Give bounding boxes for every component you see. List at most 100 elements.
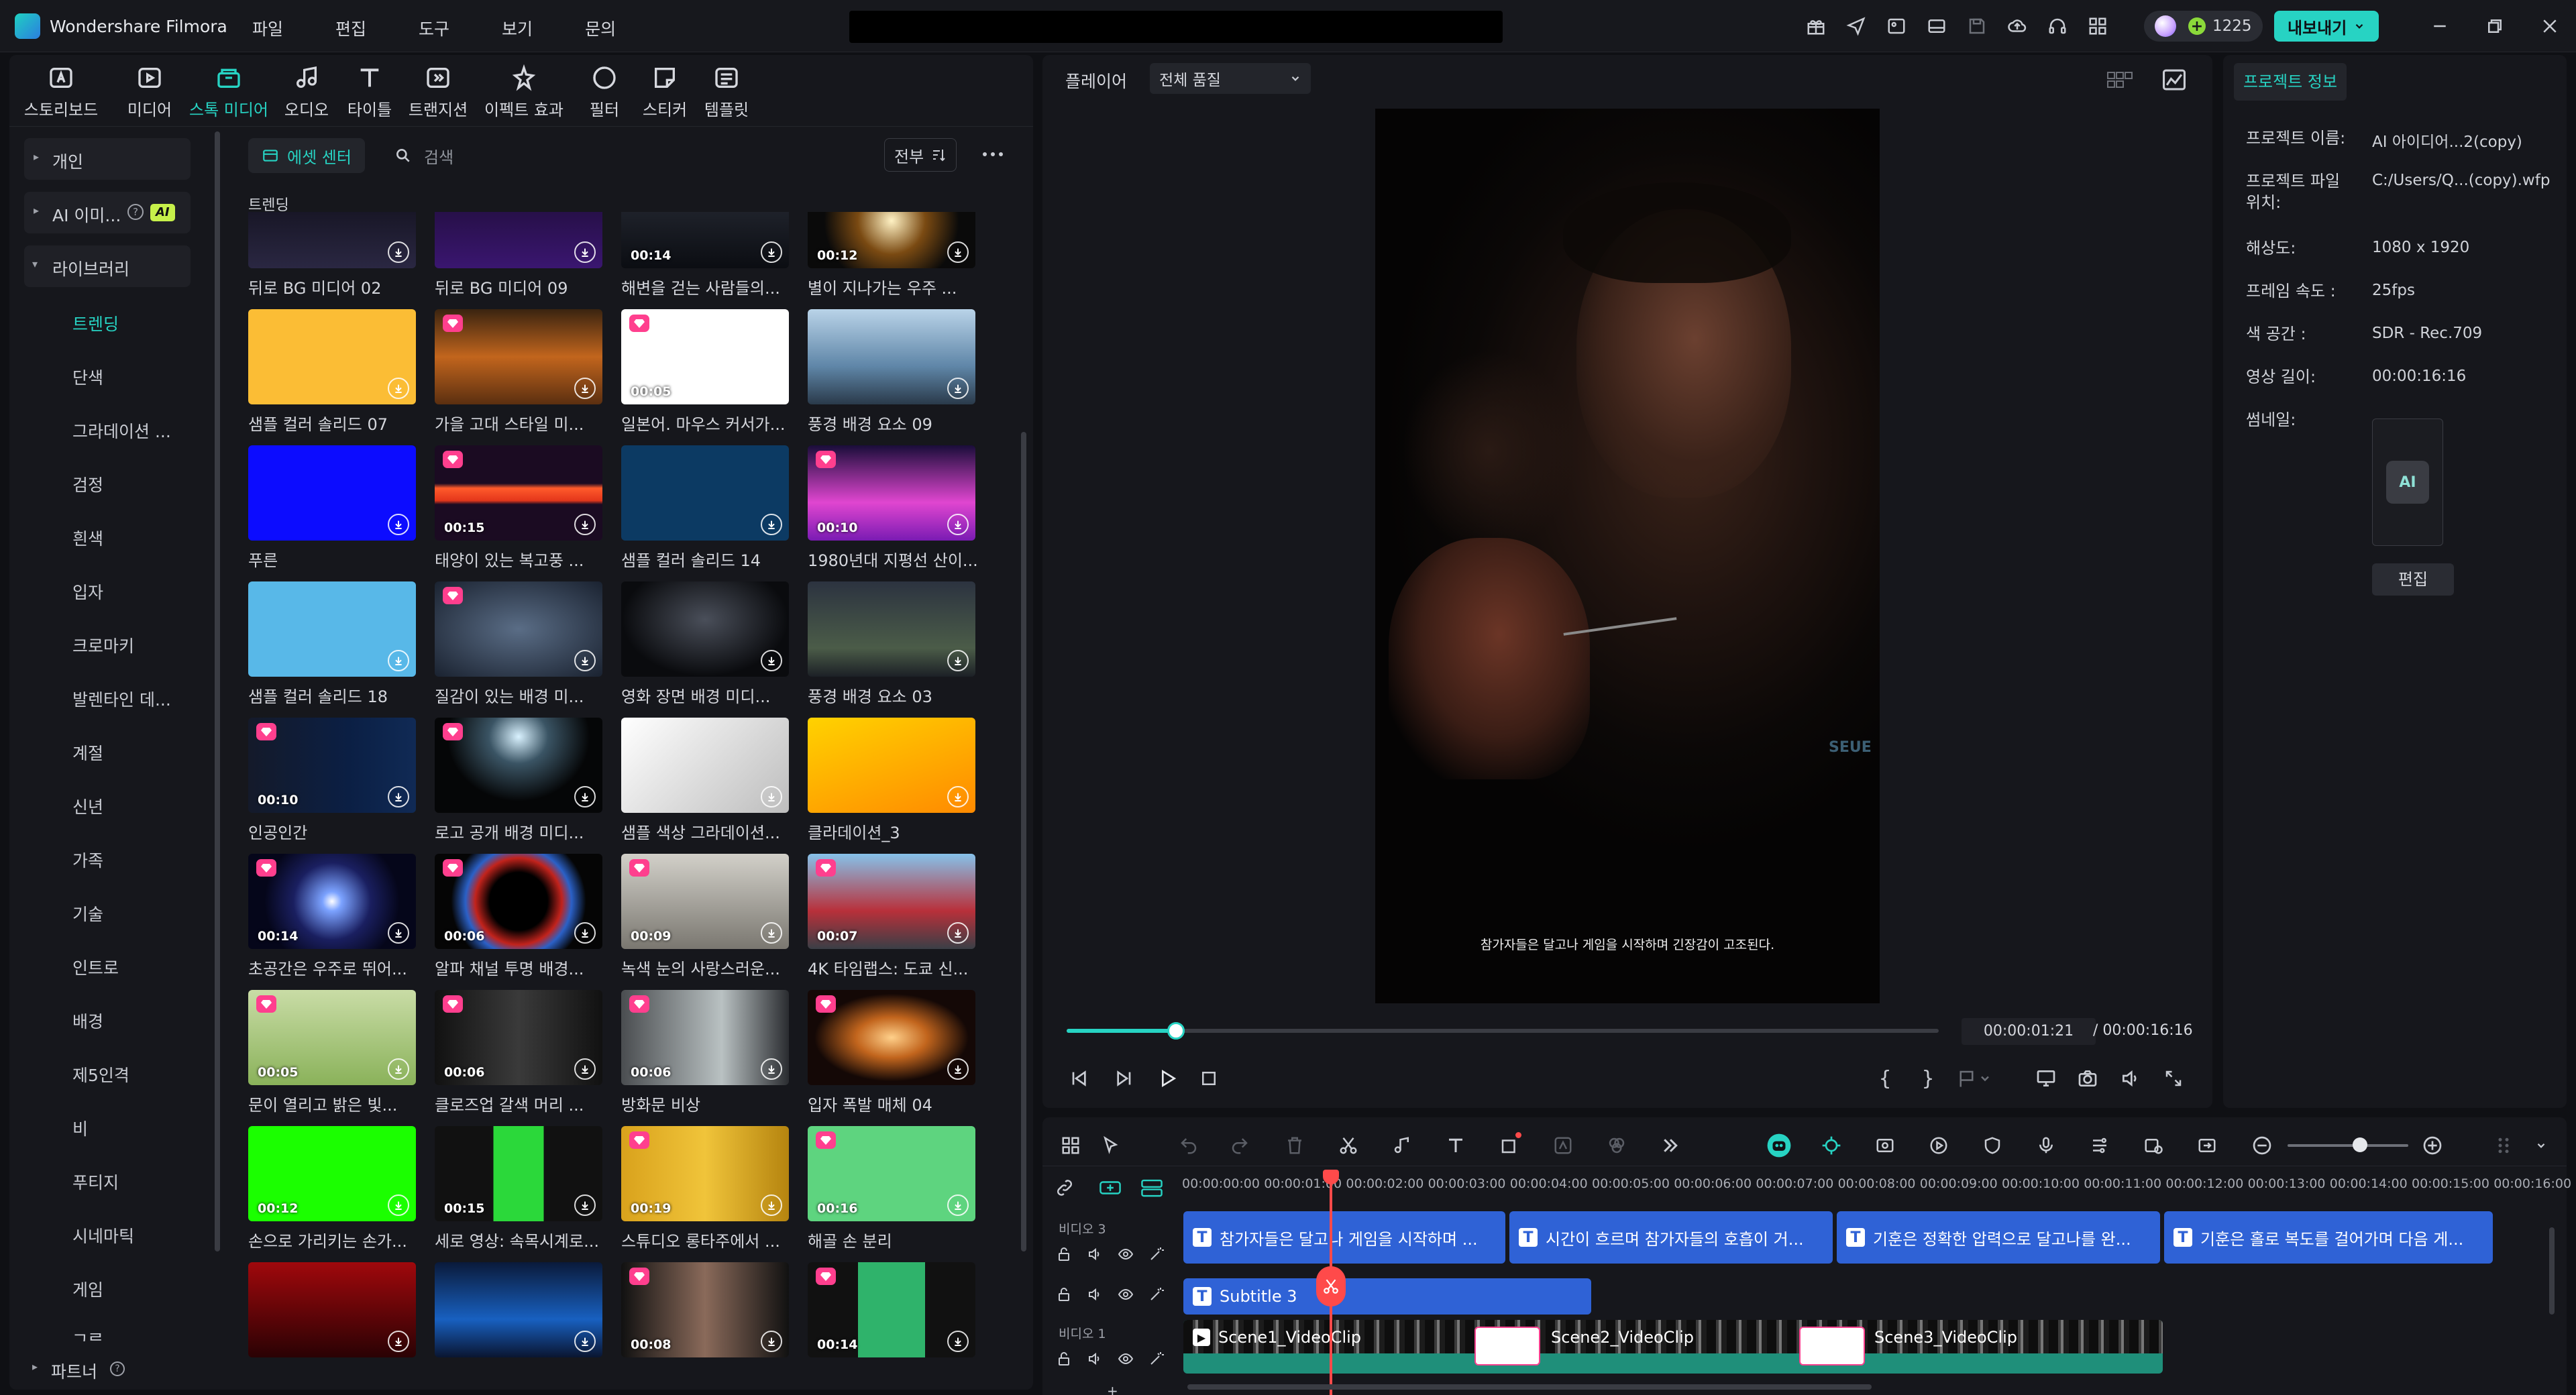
- sidebar-item-background[interactable]: 배경: [72, 1009, 103, 1033]
- media-thumbnail[interactable]: [435, 309, 602, 404]
- sidebar-item-identityv[interactable]: 제5인격: [72, 1062, 129, 1086]
- lock-icon[interactable]: [1056, 1351, 1072, 1367]
- timeline-ruler[interactable]: 00:00:00:00 00:00:01:00 00:00:02:00 00:00:0…: [1182, 1167, 2571, 1192]
- download-icon[interactable]: [574, 1194, 596, 1216]
- video-preview[interactable]: SEUE 참가자들은 달고나 게임을 시작하며 긴장감이 고조된다.: [1375, 109, 1880, 1003]
- title-clip-1[interactable]: T 참가자들은 달고나 게임을 시작하며 ...: [1183, 1211, 1505, 1264]
- download-icon[interactable]: [761, 1058, 782, 1080]
- prev-frame-icon[interactable]: [1065, 1065, 1092, 1092]
- sidebar-group-library[interactable]: ▾ 라이브러리: [24, 245, 191, 287]
- scopes-icon[interactable]: [2161, 68, 2187, 91]
- tab-templates[interactable]: 템플릿: [690, 62, 763, 121]
- download-icon[interactable]: [947, 1331, 969, 1352]
- chevron-down-icon[interactable]: [2526, 1131, 2556, 1160]
- download-icon[interactable]: [761, 514, 782, 535]
- asset-center-button[interactable]: 에셋 센터: [248, 138, 365, 173]
- speaker-icon[interactable]: [1087, 1246, 1103, 1262]
- filter-button[interactable]: 전부: [884, 138, 957, 172]
- speaker-icon[interactable]: [1087, 1286, 1103, 1302]
- project-title-bar[interactable]: [849, 11, 1503, 43]
- display-icon[interactable]: [2033, 1065, 2059, 1092]
- select-cursor-icon[interactable]: [1096, 1131, 1126, 1160]
- download-icon[interactable]: [947, 1058, 969, 1080]
- download-icon[interactable]: [574, 514, 596, 535]
- project-thumbnail[interactable]: AI: [2372, 418, 2443, 546]
- zoom-slider-handle[interactable]: [2353, 1137, 2367, 1152]
- effects-wand-icon[interactable]: [1148, 1246, 1165, 1262]
- media-thumbnail[interactable]: 00:08: [621, 1262, 789, 1357]
- media-thumbnail[interactable]: [621, 445, 789, 541]
- media-thumbnail[interactable]: 00:06: [435, 990, 602, 1085]
- media-thumbnail[interactable]: 00:07: [808, 854, 975, 949]
- menu-tools[interactable]: 도구: [419, 16, 449, 40]
- download-icon[interactable]: [388, 514, 409, 535]
- microphone-icon[interactable]: [2031, 1131, 2061, 1160]
- media-thumbnail[interactable]: 00:16: [808, 1126, 975, 1221]
- gift-icon[interactable]: [1802, 12, 1830, 40]
- media-thumbnail[interactable]: 00:10: [808, 445, 975, 541]
- speaker-icon[interactable]: [1087, 1351, 1103, 1367]
- subtitle-clip[interactable]: T Subtitle 3: [1183, 1278, 1591, 1315]
- sidebar-item-white[interactable]: 흰색: [72, 526, 103, 550]
- download-icon[interactable]: [574, 378, 596, 399]
- media-thumbnail[interactable]: [808, 581, 975, 677]
- add-track-plus-icon[interactable]: +: [1107, 1383, 1118, 1395]
- download-icon[interactable]: [388, 241, 409, 263]
- sidebar-group-personal[interactable]: ▸ 개인: [24, 138, 191, 180]
- download-icon[interactable]: [761, 650, 782, 671]
- mark-out-icon[interactable]: }: [1915, 1065, 1941, 1092]
- download-icon[interactable]: [947, 378, 969, 399]
- download-icon[interactable]: [761, 241, 782, 263]
- stop-icon[interactable]: [1195, 1065, 1222, 1092]
- zoom-slider[interactable]: [2288, 1137, 2408, 1152]
- title-clip-2[interactable]: T 시간이 흐르며 참가자들의 호흡이 거...: [1509, 1211, 1833, 1264]
- tab-transitions[interactable]: 트랜지션: [401, 62, 475, 121]
- apps-grid-icon[interactable]: [2084, 12, 2112, 40]
- sidebar-item-family[interactable]: 가족: [72, 848, 103, 872]
- media-thumbnail[interactable]: [248, 309, 416, 404]
- media-thumbnail[interactable]: [621, 718, 789, 813]
- media-thumbnail[interactable]: 00:12: [808, 212, 975, 268]
- menu-file[interactable]: 파일: [252, 16, 283, 40]
- media-thumbnail[interactable]: 00:05: [621, 309, 789, 404]
- play-icon[interactable]: [1154, 1065, 1181, 1092]
- media-thumbnail[interactable]: 00:15: [435, 1126, 602, 1221]
- zoom-out-icon[interactable]: [2247, 1131, 2277, 1160]
- transition-marker-2[interactable]: [1799, 1327, 1865, 1365]
- title-clip-3[interactable]: T 기훈은 정확한 압력으로 달고나를 완...: [1837, 1211, 2160, 1264]
- lock-icon[interactable]: [1056, 1246, 1072, 1262]
- media-thumbnail[interactable]: [808, 718, 975, 813]
- media-thumbnail[interactable]: 00:14: [621, 212, 789, 268]
- download-icon[interactable]: [388, 786, 409, 807]
- download-icon[interactable]: [388, 378, 409, 399]
- media-thumbnail[interactable]: [435, 212, 602, 268]
- download-icon[interactable]: [761, 378, 782, 399]
- media-scrollbar[interactable]: [1021, 432, 1026, 1251]
- ai-tool-icon[interactable]: [1548, 1131, 1578, 1160]
- media-thumbnail[interactable]: 00:12: [248, 1126, 416, 1221]
- sidebar-item-trending[interactable]: 트렌딩: [72, 311, 119, 335]
- color-icon[interactable]: [1602, 1131, 1631, 1160]
- sidebar-item-valentine[interactable]: 발렌타인 데...: [72, 687, 171, 711]
- scrub-bar[interactable]: [1067, 1022, 1939, 1040]
- sidebar-item-season[interactable]: 계절: [72, 740, 103, 765]
- media-thumbnail[interactable]: 00:06: [621, 990, 789, 1085]
- download-icon[interactable]: [574, 241, 596, 263]
- redo-icon[interactable]: [1225, 1131, 1254, 1160]
- timeline-v-scrollbar[interactable]: [2549, 1227, 2555, 1315]
- audio-edit-icon[interactable]: [1387, 1131, 1417, 1160]
- effects-wand-icon[interactable]: [1148, 1351, 1165, 1367]
- media-thumbnail[interactable]: 00:06: [435, 854, 602, 949]
- menu-view[interactable]: 보기: [502, 16, 533, 40]
- tab-project-info[interactable]: 프로젝트 정보: [2234, 63, 2347, 101]
- link-icon[interactable]: [1055, 1178, 1075, 1198]
- current-time[interactable]: 00:00:01:21: [1962, 1018, 2096, 1045]
- media-thumbnail[interactable]: [248, 1262, 416, 1357]
- sidebar-item-newyear[interactable]: 신년: [72, 794, 103, 818]
- sidebar-item-gradient[interactable]: 그라데이션 ...: [72, 418, 171, 443]
- sidebar-group-ai[interactable]: ▸ AI 이미... ? AI: [24, 192, 191, 233]
- media-thumbnail[interactable]: [248, 581, 416, 677]
- delete-icon[interactable]: [1280, 1131, 1309, 1160]
- download-icon[interactable]: [947, 514, 969, 535]
- media-thumbnail[interactable]: [248, 445, 416, 541]
